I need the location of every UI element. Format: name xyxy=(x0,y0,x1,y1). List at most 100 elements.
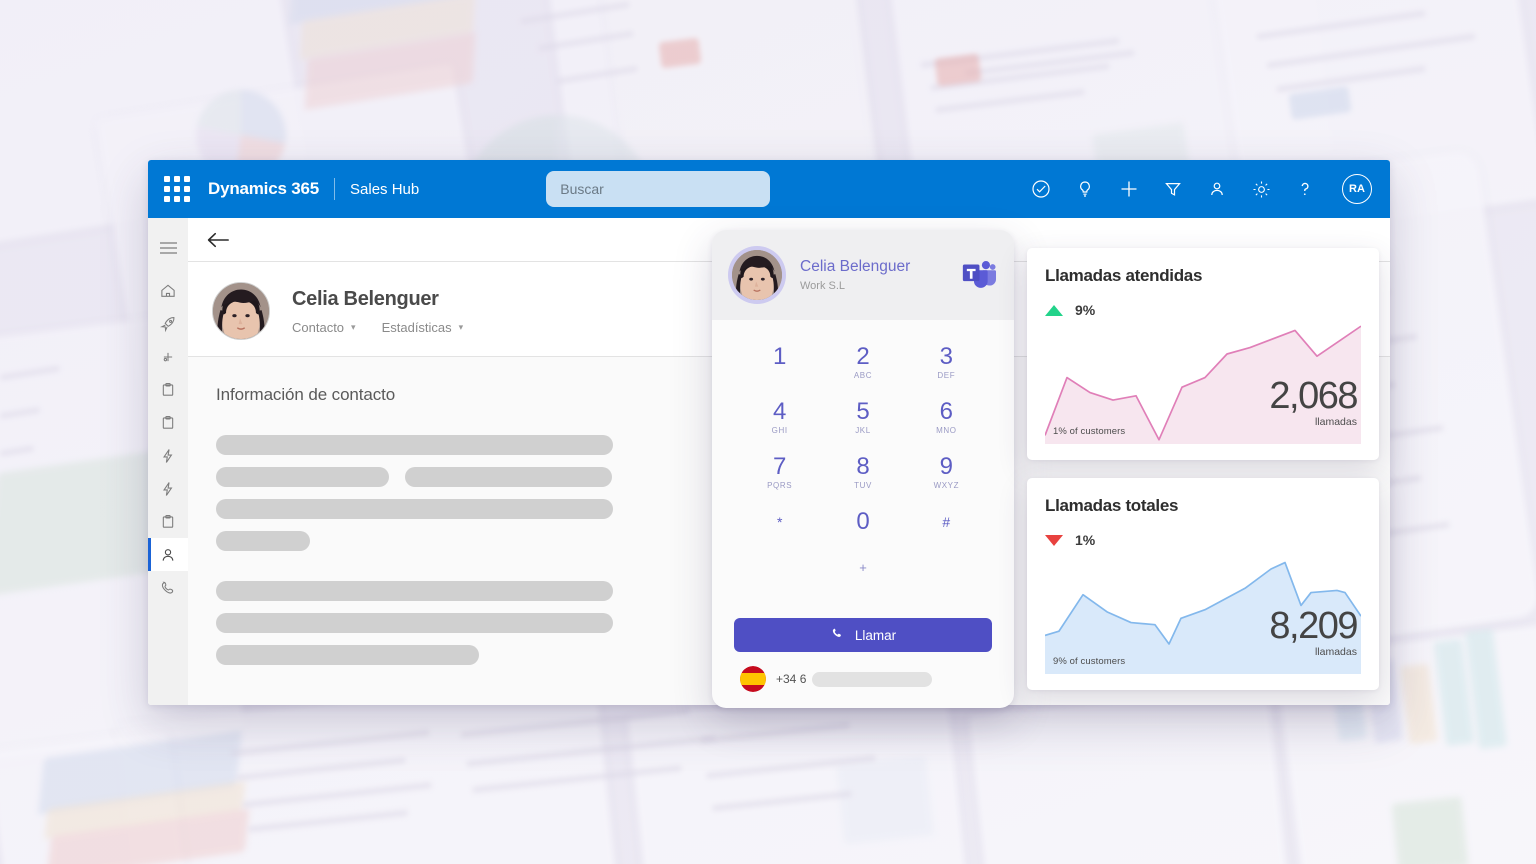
key-0[interactable]: 0 xyxy=(821,500,904,555)
check-circle-icon[interactable] xyxy=(1030,178,1052,200)
key-digit: 0 xyxy=(856,507,870,535)
dialer-avatar-ring xyxy=(728,246,786,304)
key-digit: 2 xyxy=(856,343,870,371)
key-digit: 8 xyxy=(856,452,870,480)
key-digit: 4 xyxy=(772,398,787,426)
kpi-area-chart: 1% of customers 2,068 llamadas xyxy=(1045,324,1361,444)
key-digit: 3 xyxy=(939,343,953,371)
skeleton-bar xyxy=(216,467,389,487)
key-hash[interactable]: # xyxy=(905,500,988,555)
key-digit: 5 xyxy=(856,398,870,426)
key-letters: GHI xyxy=(771,426,788,436)
sidebar-item-hamburger[interactable] xyxy=(148,228,188,268)
gear-icon[interactable] xyxy=(1250,178,1272,200)
question-icon[interactable] xyxy=(1294,178,1316,200)
dialer-header: Celia Belenguer Work S.L xyxy=(712,230,1014,320)
topbar-icon-group: RA xyxy=(1030,174,1372,204)
tab-estadisticas[interactable]: Estadísticas ▾ xyxy=(382,320,464,335)
kpi-delta: 1% xyxy=(1027,532,1379,548)
key-2[interactable]: 2 ABC xyxy=(821,336,904,391)
key-letters: TUV xyxy=(854,480,872,490)
tab-contacto-label: Contacto xyxy=(292,319,345,335)
skeleton-bar xyxy=(216,581,613,601)
kpi-card-llamadas-totales: Llamadas totales 1% 9% of customers 8,20… xyxy=(1027,478,1379,690)
key-letters: MNO xyxy=(936,426,957,436)
skeleton-bar xyxy=(405,467,612,487)
skeleton-bar xyxy=(216,435,613,455)
key-8[interactable]: 8 TUV xyxy=(821,446,904,501)
sidebar-item-activities[interactable] xyxy=(148,373,188,406)
tab-estadisticas-label: Estadísticas xyxy=(381,319,452,335)
phone-number-redacted[interactable] xyxy=(812,671,933,687)
back-arrow-icon[interactable] xyxy=(206,230,230,250)
kpi-title: Llamadas atendidas xyxy=(1045,266,1203,285)
phone-icon xyxy=(830,626,845,644)
chevron-down-icon: ▾ xyxy=(351,321,356,332)
sidebar-item-accounts[interactable] xyxy=(148,406,188,439)
trend-up-icon xyxy=(1045,304,1063,316)
lightbulb-icon[interactable] xyxy=(1074,178,1096,200)
sidebar-item-orders[interactable] xyxy=(148,505,188,538)
sidebar-item-home[interactable] xyxy=(148,274,188,307)
contact-avatar xyxy=(212,282,270,340)
record-title-block: Celia Belenguer Contacto ▾ Estadísticas … xyxy=(292,288,463,335)
key-6[interactable]: 6 MNO xyxy=(905,391,988,446)
sidebar-item-calls[interactable] xyxy=(148,571,188,604)
user-avatar[interactable]: RA xyxy=(1342,174,1372,204)
key-1[interactable]: 1 xyxy=(738,336,821,391)
app-name-label: Sales Hub xyxy=(350,180,420,198)
search-input[interactable] xyxy=(546,171,771,207)
skeleton-bar xyxy=(216,645,479,665)
sidebar-nav xyxy=(148,218,188,705)
filter-icon[interactable] xyxy=(1162,178,1184,200)
kpi-footnote: 9% of customers xyxy=(1053,656,1126,667)
softphone-dialer-panel: Celia Belenguer Work S.L 1 2 ABC 3 DEF 4… xyxy=(712,230,1014,708)
key-letters: DEF xyxy=(937,371,956,381)
kpi-delta-value: 1% xyxy=(1075,532,1096,548)
sidebar-item-opportunities[interactable] xyxy=(148,472,188,505)
call-button-label: Llamar xyxy=(854,627,897,643)
dialer-contact-name: Celia Belenguer xyxy=(800,258,911,275)
key-3[interactable]: 3 DEF xyxy=(905,336,988,391)
key-digit: 6 xyxy=(939,398,953,426)
dialer-contact-avatar xyxy=(732,250,782,300)
kpi-delta: 9% xyxy=(1027,302,1379,318)
key-letters: JKL xyxy=(855,426,871,436)
kpi-area-chart: 9% of customers 8,209 llamadas xyxy=(1045,554,1361,674)
record-tabs: Contacto ▾ Estadísticas ▾ xyxy=(292,320,463,335)
dialer-organization: Work S.L xyxy=(800,280,846,292)
sidebar-item-contacts[interactable] xyxy=(148,538,188,571)
kpi-footnote: 1% of customers xyxy=(1053,426,1126,437)
microsoft-teams-icon[interactable] xyxy=(960,256,998,294)
key-9[interactable]: 9 WXYZ xyxy=(905,446,988,501)
key-plus[interactable]: + xyxy=(859,560,867,575)
person-icon[interactable] xyxy=(1206,178,1228,200)
key-digit: 7 xyxy=(772,452,787,480)
sidebar-item-rocket[interactable] xyxy=(148,307,188,340)
phone-number-row: +34 6 xyxy=(734,666,992,692)
dial-keypad: 1 2 ABC 3 DEF 4 GHI 5 JKL 6 MNO 7 PQRS 8 xyxy=(712,320,1014,610)
key-digit: * xyxy=(776,513,783,530)
call-button[interactable]: Llamar xyxy=(734,618,992,652)
sidebar-item-leads[interactable] xyxy=(148,439,188,472)
key-4[interactable]: 4 GHI xyxy=(738,391,821,446)
sidebar-item-pin[interactable] xyxy=(148,340,188,373)
plus-icon[interactable] xyxy=(1118,178,1140,200)
app-launcher-icon[interactable] xyxy=(160,172,194,206)
kpi-title: Llamadas totales xyxy=(1045,496,1179,515)
kpi-card-llamadas-atendidas: Llamadas atendidas 9% 1% of customers 2,… xyxy=(1027,248,1379,460)
key-5[interactable]: 5 JKL xyxy=(821,391,904,446)
spain-flag-icon xyxy=(740,666,766,692)
key-star[interactable]: * xyxy=(738,500,821,555)
skeleton-bar xyxy=(216,531,310,551)
dialer-identity: Celia Belenguer Work S.L xyxy=(800,258,946,292)
top-navigation-bar: Dynamics 365 Sales Hub Buscar RA xyxy=(148,160,1390,218)
key-digit: # xyxy=(942,513,951,530)
tab-contacto[interactable]: Contacto ▾ xyxy=(292,320,356,335)
skeleton-bar xyxy=(216,613,613,633)
dialer-footer: Llamar +34 6 xyxy=(712,610,1014,708)
key-letters: WXYZ xyxy=(933,480,960,490)
phone-prefix: +34 6 xyxy=(776,672,807,686)
key-7[interactable]: 7 PQRS xyxy=(738,446,821,501)
chevron-down-icon: ▾ xyxy=(458,321,464,332)
